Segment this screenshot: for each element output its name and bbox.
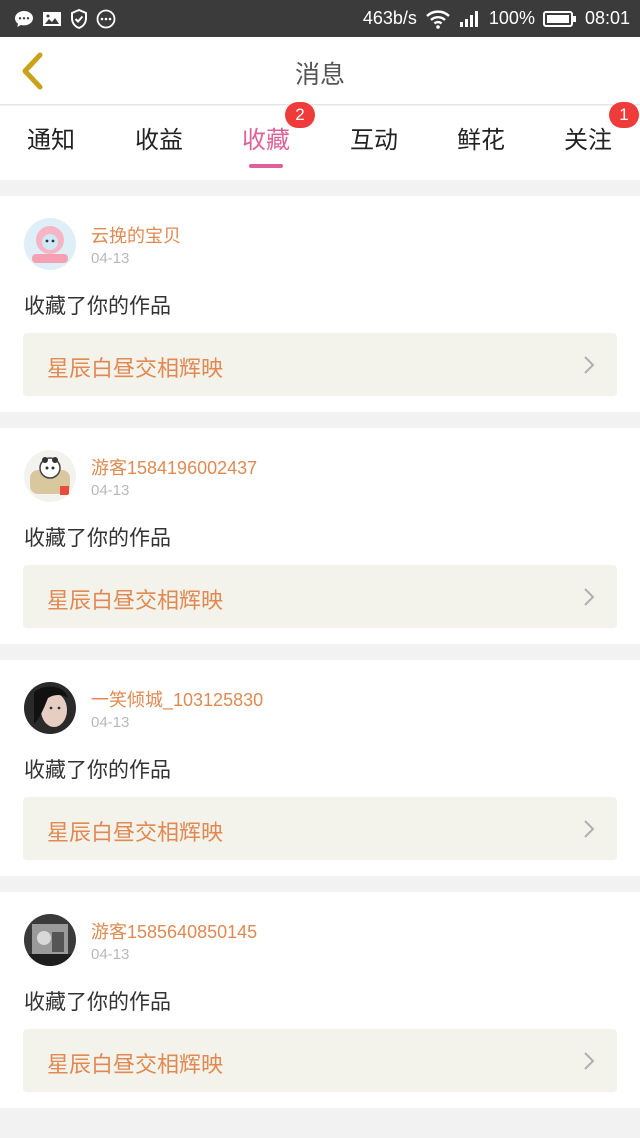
shield-icon [71, 8, 87, 29]
list-item: 一笑倾城_103125830 04-13 收藏了你的作品 星辰白昼交相辉映 [0, 660, 640, 876]
item-date: 04-13 [91, 714, 130, 731]
list-item: 游客1584196002437 04-13 收藏了你的作品 星辰白昼交相辉映 [0, 428, 640, 644]
username[interactable]: 游客1585640850145 [91, 918, 257, 944]
username[interactable]: 游客1584196002437 [91, 454, 257, 480]
action-text: 收藏了你的作品 [24, 758, 171, 782]
item-date: 04-13 [91, 250, 130, 267]
chevron-right-icon [584, 588, 595, 606]
clock: 08:01 [584, 8, 630, 28]
chevron-right-icon [584, 356, 595, 374]
battery-icon [542, 10, 576, 27]
tab-label: 互动 [350, 126, 398, 154]
tab-flowers[interactable]: 鲜花 [436, 114, 526, 166]
tab-notice[interactable]: 通知 [6, 114, 96, 166]
item-date: 04-13 [91, 946, 130, 963]
work-title: 星辰白昼交相辉映 [47, 1053, 224, 1078]
more-circle-icon [96, 9, 116, 28]
tab-badge: 1 [609, 102, 639, 128]
page-title: 消息 [294, 60, 345, 89]
tab-label: 收益 [135, 126, 183, 154]
chat-icon [15, 10, 33, 27]
status-bar: 463b/s 100% 08:01 [0, 0, 640, 37]
network-speed: 463b/s [362, 8, 417, 28]
avatar[interactable] [24, 450, 76, 502]
favorites-list: 云挽的宝贝 04-13 收藏了你的作品 星辰白昼交相辉映 游客158419600… [0, 196, 640, 1124]
work-link[interactable]: 星辰白昼交相辉映 [23, 797, 617, 860]
list-item: 游客1585640850145 04-13 收藏了你的作品 星辰白昼交相辉映 [0, 892, 640, 1108]
tab-earnings[interactable]: 收益 [114, 114, 204, 166]
work-title: 星辰白昼交相辉映 [47, 357, 224, 382]
tab-follows[interactable]: 关注 1 [543, 102, 639, 166]
action-text: 收藏了你的作品 [24, 990, 171, 1014]
tab-favorites[interactable]: 收藏 2 [221, 102, 315, 168]
work-link[interactable]: 星辰白昼交相辉映 [23, 333, 617, 396]
username[interactable]: 云挽的宝贝 [91, 222, 181, 248]
work-link[interactable]: 星辰白昼交相辉映 [23, 565, 617, 628]
tab-interactions[interactable]: 互动 [329, 114, 419, 166]
tab-label: 鲜花 [457, 126, 505, 154]
image-icon [43, 11, 61, 26]
status-right: 463b/s 100% 08:01 [363, 8, 630, 29]
battery-percent: 100% [488, 8, 535, 28]
status-left-icons [14, 8, 116, 29]
tab-badge: 2 [285, 102, 315, 128]
active-tab-indicator [249, 164, 283, 168]
tab-label: 关注 [564, 126, 612, 154]
tab-label: 通知 [27, 126, 75, 154]
tab-label: 收藏 [242, 126, 290, 154]
chevron-right-icon [584, 820, 595, 838]
action-text: 收藏了你的作品 [24, 294, 171, 318]
work-link[interactable]: 星辰白昼交相辉映 [23, 1029, 617, 1092]
signal-icon [459, 10, 478, 27]
avatar[interactable] [24, 914, 76, 966]
avatar[interactable] [24, 682, 76, 734]
work-title: 星辰白昼交相辉映 [47, 821, 224, 846]
wifi-icon [426, 9, 450, 29]
chevron-right-icon [584, 1052, 595, 1070]
work-title: 星辰白昼交相辉映 [47, 589, 224, 614]
item-date: 04-13 [91, 482, 130, 499]
list-item: 云挽的宝贝 04-13 收藏了你的作品 星辰白昼交相辉映 [0, 196, 640, 412]
nav-header: 消息 [0, 37, 640, 105]
action-text: 收藏了你的作品 [24, 526, 171, 550]
avatar[interactable] [24, 218, 76, 270]
message-tabs: 通知 收益 收藏 2 互动 鲜花 关注 1 [0, 102, 640, 180]
username[interactable]: 一笑倾城_103125830 [91, 686, 263, 712]
